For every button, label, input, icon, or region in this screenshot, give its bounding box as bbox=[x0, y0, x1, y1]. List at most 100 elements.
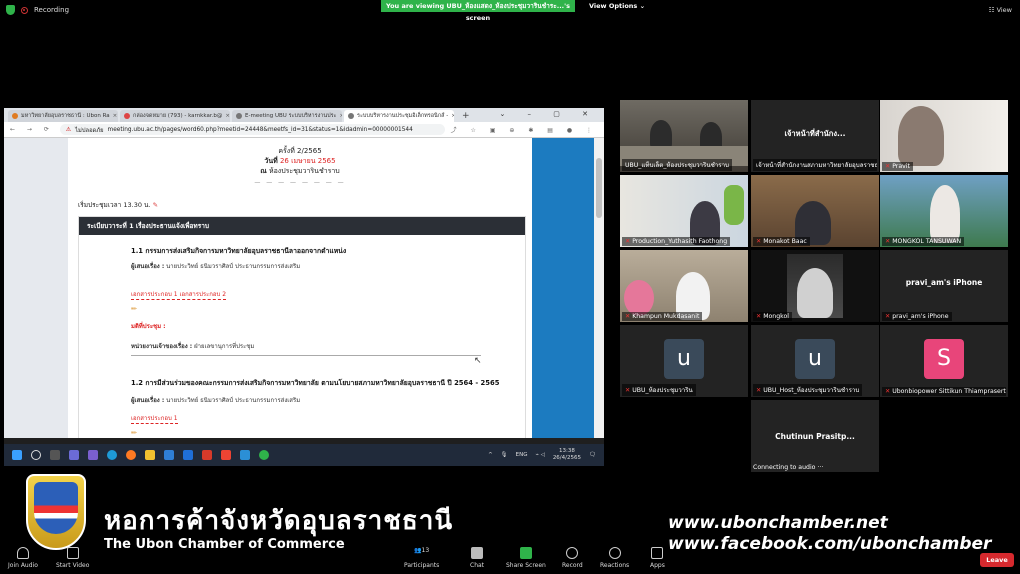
agenda-title: ระเบียบวาระที่ 1 เรื่องประธานแจ้งเพื่อทร… bbox=[79, 217, 525, 235]
proposer-name: นายประวิทย์ ธนิมวราศิลป์ ประธานกรรมการส่… bbox=[166, 263, 301, 270]
participant-tile[interactable]: pravi_am's iPhone ✕ pravi_am's iPhone bbox=[880, 250, 1008, 322]
share-screen-button[interactable]: Share Screen bbox=[506, 547, 546, 569]
language-indicator[interactable]: ENG bbox=[516, 452, 528, 458]
close-tab-icon[interactable]: × bbox=[451, 113, 454, 119]
participant-tile-active-speaker[interactable]: ✕ Pravit bbox=[880, 100, 1008, 172]
attachment-link[interactable]: เอกสารประกอบ 1 bbox=[131, 413, 178, 424]
browser-tab-active[interactable]: ระบบบริหารงานประชุมอิเล็กทรอนิกส์ - × bbox=[344, 110, 454, 122]
participants-button[interactable]: 👥13 Participants bbox=[404, 547, 439, 569]
scrollbar-thumb[interactable] bbox=[596, 158, 602, 218]
chrome-icon[interactable] bbox=[259, 450, 269, 460]
participant-tile[interactable]: ✕ Monakot Baac bbox=[751, 175, 879, 247]
flowers bbox=[624, 280, 654, 316]
participant-tile[interactable]: S ✕ Ubonbiopower Sittikun Thiamprasert bbox=[880, 325, 1008, 397]
participant-tile[interactable]: เจ้าหน้าที่สำนักง... เจ้าหน้าที่สำนักงาน… bbox=[751, 100, 879, 172]
record-button[interactable]: Record bbox=[562, 547, 583, 569]
close-tab-icon[interactable]: × bbox=[340, 113, 342, 119]
search-icon[interactable] bbox=[31, 450, 41, 460]
reactions-button[interactable]: Reactions bbox=[600, 547, 629, 569]
participant-tile[interactable]: Chutinun Prasitp... Connecting to audio … bbox=[751, 400, 879, 472]
page-scrollbar[interactable] bbox=[594, 138, 604, 438]
browser-tab[interactable]: มหาวิทยาลัยอุบลราชธานี : Ubon Ra × bbox=[8, 110, 118, 122]
pencil-icon[interactable]: ✏ bbox=[131, 305, 137, 313]
participant-tile[interactable]: u ✕ UBU_Host_ห้องประชุมวารินชำราบ bbox=[751, 325, 879, 397]
close-tab-icon[interactable]: × bbox=[113, 113, 118, 119]
meeting-place: ห้องประชุมวารินชำราบ bbox=[268, 167, 340, 175]
microphone-icon[interactable]: 🎙 bbox=[501, 452, 508, 458]
webpage: ครั้งที่ 2/2565 วันที่ 26 เมษายน 2565 ณ … bbox=[4, 138, 604, 438]
participant-tile[interactable]: ✕ Mongkol bbox=[751, 250, 879, 322]
tab-label: E-meeting UBU ระบบบริหารงานประ bbox=[245, 113, 337, 119]
department-name: ฝ่ายเลขานุการที่ประชุม bbox=[194, 343, 255, 350]
chat-button[interactable]: Chat bbox=[470, 547, 484, 569]
grid-icon: ☷ bbox=[988, 6, 995, 14]
zoom-app-icon[interactable] bbox=[183, 450, 193, 460]
participant-name: ✕ Khampun Mukdasanit bbox=[622, 312, 703, 321]
participant-tile[interactable]: UBU_แท็บเล็ต_ห้องประชุมวารินชำราบ bbox=[620, 100, 748, 172]
system-clock[interactable]: 13:38 26/4/2565 bbox=[553, 448, 581, 462]
record-icon bbox=[566, 547, 579, 559]
chamber-name-english: The Ubon Chamber of Commerce bbox=[104, 537, 345, 552]
participant-name: ✕ pravi_am's iPhone bbox=[882, 312, 952, 321]
window-controls[interactable]: ⌄ – ▢ ✕ bbox=[499, 110, 598, 118]
mail-icon[interactable] bbox=[164, 450, 174, 460]
participant-display-name: Chutinun Prasitp... bbox=[775, 432, 855, 441]
new-tab-icon[interactable]: + bbox=[456, 110, 476, 122]
teams-icon[interactable] bbox=[69, 450, 79, 460]
apps-button[interactable]: Apps bbox=[650, 547, 665, 569]
person-figure bbox=[797, 268, 833, 318]
leave-button[interactable]: Leave bbox=[980, 553, 1014, 567]
muted-mic-icon: ✕ bbox=[756, 313, 762, 320]
participants-icon: 👥13 bbox=[414, 547, 430, 554]
acrobat-icon[interactable] bbox=[221, 450, 231, 460]
powerpoint-icon[interactable] bbox=[202, 450, 212, 460]
meeting-round: ครั้งที่ 2/2565 bbox=[278, 147, 322, 155]
view-options-label: View Options bbox=[589, 2, 638, 10]
url-field[interactable]: ⚠ ไม่ปลอดภัย meeting.ubu.ac.th/pages/wor… bbox=[59, 124, 445, 135]
participant-name: เจ้าหน้าที่สำนักงานสภามหาวิทยาลัยอุบลราช… bbox=[753, 159, 877, 171]
participant-name-text: Ubonbiopower Sittikun Thiamprasert bbox=[892, 388, 1006, 395]
edge-icon[interactable] bbox=[107, 450, 117, 460]
notification-icon[interactable]: 🗨 bbox=[589, 452, 596, 458]
participant-name-text: pravi_am's iPhone bbox=[892, 313, 949, 320]
person-figure bbox=[898, 106, 944, 166]
join-audio-button[interactable]: Join Audio bbox=[8, 547, 38, 569]
extension-icons[interactable]: ⤴ ☆ ▣ ⊕ ✱ ▤ ● ⋮ bbox=[451, 125, 598, 134]
apps-label: Apps bbox=[650, 562, 665, 569]
firefox-icon[interactable] bbox=[126, 450, 136, 460]
browser-tab[interactable]: กล่องจดหมาย (793) - karnkkar.b@ × bbox=[120, 110, 230, 122]
app-icon[interactable] bbox=[240, 450, 250, 460]
participant-tile[interactable]: ✕ MONGKOL TANSUWAN bbox=[880, 175, 1008, 247]
close-tab-icon[interactable]: × bbox=[225, 113, 230, 119]
page-margin-right bbox=[532, 138, 594, 438]
meeting-header: ครั้งที่ 2/2565 วันที่ 26 เมษายน 2565 ณ … bbox=[68, 138, 532, 176]
windows-start-icon[interactable] bbox=[12, 450, 22, 460]
gmail-icon bbox=[124, 113, 130, 119]
participant-tile[interactable]: u ✕ UBU_ห้องประชุมวาริน bbox=[620, 325, 748, 397]
participants-label: Participants bbox=[404, 562, 440, 569]
participant-tile[interactable]: ✕ Khampun Mukdasanit bbox=[620, 250, 748, 322]
chat-app-icon[interactable] bbox=[88, 450, 98, 460]
file-explorer-icon[interactable] bbox=[145, 450, 155, 460]
muted-mic-icon: ✕ bbox=[625, 313, 631, 320]
attachment-link[interactable]: เอกสารประกอบ 1 เอกสารประกอบ 2 bbox=[131, 289, 227, 300]
view-button[interactable]: ☷ View bbox=[989, 6, 1012, 14]
recording-label: Recording bbox=[34, 6, 70, 14]
browser-tab[interactable]: E-meeting UBU ระบบบริหารงานประ × bbox=[232, 110, 342, 122]
chevron-down-icon: ⌄ bbox=[639, 2, 646, 10]
share-screen-icon bbox=[519, 547, 532, 559]
muted-mic-icon: ✕ bbox=[625, 238, 631, 245]
edit-icon[interactable]: ✎ bbox=[153, 201, 158, 209]
network-volume-icon[interactable]: ⌁ ◁ bbox=[536, 452, 545, 458]
pencil-icon[interactable]: ✏ bbox=[131, 429, 137, 437]
view-options-button[interactable]: View Options ⌄ bbox=[589, 2, 645, 10]
share-screen-label: Share Screen bbox=[506, 562, 546, 569]
tray-chevron-icon[interactable]: ^ bbox=[488, 452, 493, 458]
join-audio-label: Join Audio bbox=[8, 562, 38, 569]
navigation-icons[interactable]: ← → ⟳ bbox=[10, 126, 54, 133]
participant-tile[interactable]: ✕ Production_Yuthasith Faothong bbox=[620, 175, 748, 247]
date-prefix: วันที่ bbox=[264, 157, 278, 165]
start-video-button[interactable]: Start Video bbox=[56, 547, 89, 569]
task-view-icon[interactable] bbox=[50, 450, 60, 460]
plant bbox=[724, 185, 744, 225]
